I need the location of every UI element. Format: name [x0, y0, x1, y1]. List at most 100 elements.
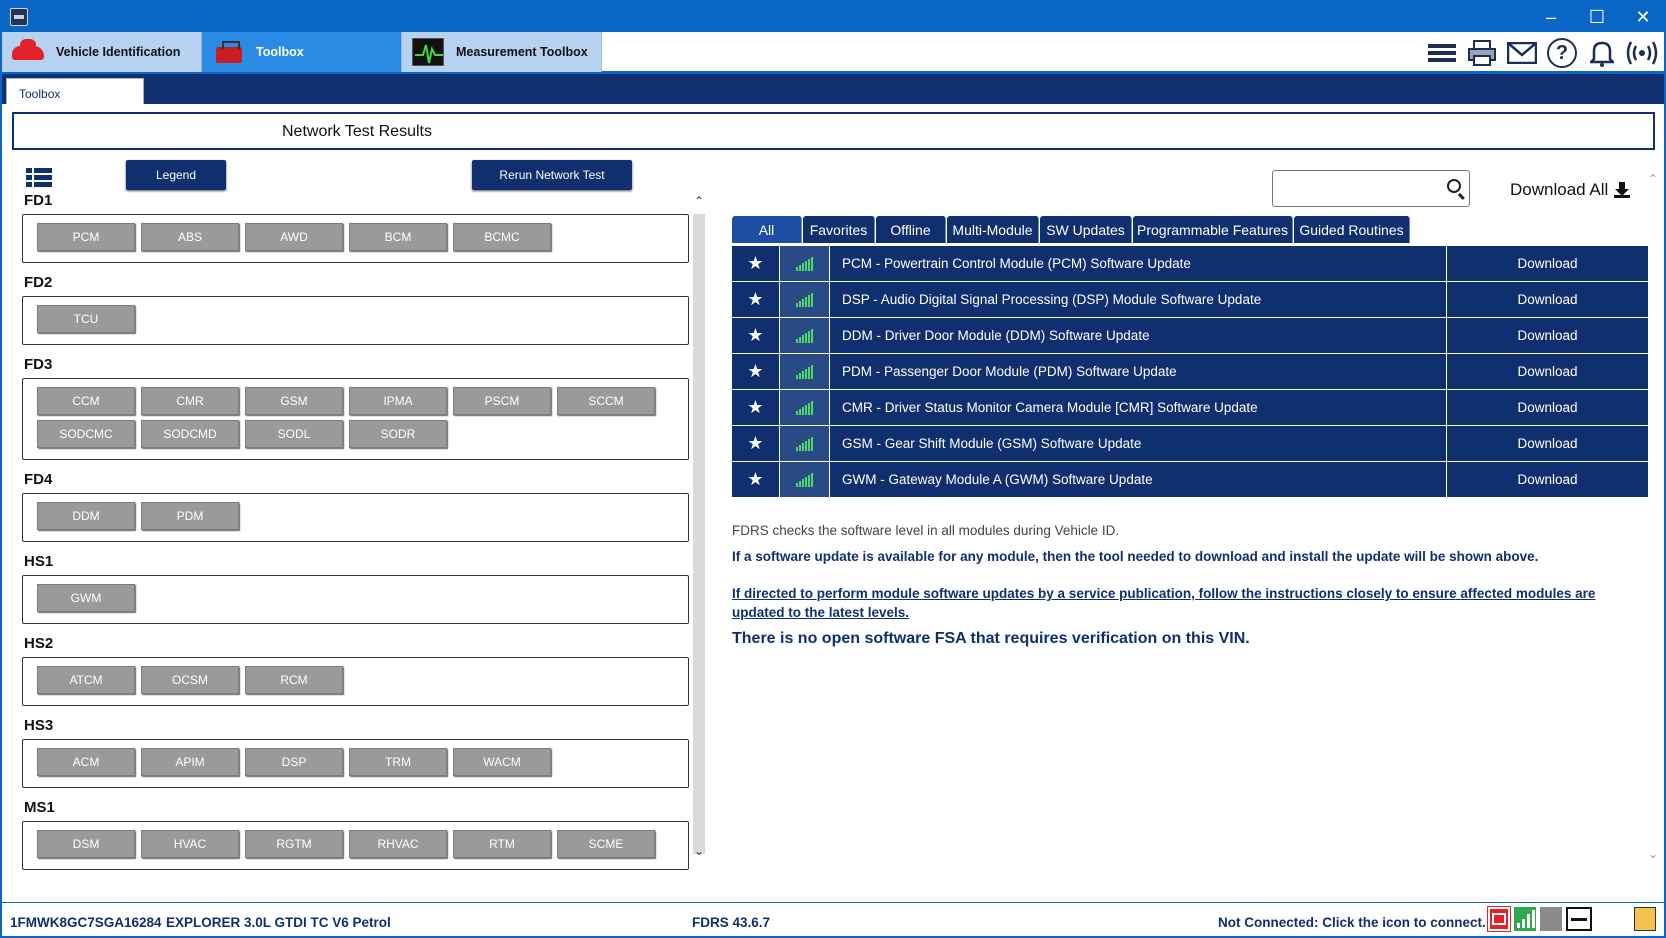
legend-button[interactable]: Legend	[126, 160, 226, 190]
module-button-acm[interactable]: ACM	[37, 748, 135, 776]
update-description[interactable]: PCM - Powertrain Control Module (PCM) So…	[830, 246, 1447, 281]
module-button-atcm[interactable]: ATCM	[37, 666, 135, 694]
module-button-rgtm[interactable]: RGTM	[245, 830, 343, 858]
module-button-ipma[interactable]: IPMA	[349, 387, 447, 415]
update-description[interactable]: GWM - Gateway Module A (GWM) Software Up…	[830, 462, 1447, 497]
download-all-button[interactable]: Download All	[1510, 180, 1631, 200]
module-button-sccm[interactable]: SCCM	[557, 387, 655, 415]
module-button-cmr[interactable]: CMR	[141, 387, 239, 415]
info-link-service-publication[interactable]: If directed to perform module software u…	[732, 584, 1632, 622]
module-button-ocsm[interactable]: OCSM	[141, 666, 239, 694]
filter-tab-sw-updates[interactable]: SW Updates	[1040, 216, 1132, 243]
device-icon[interactable]	[1540, 907, 1562, 931]
rerun-network-test-button[interactable]: Rerun Network Test	[472, 160, 632, 190]
module-button-trm[interactable]: TRM	[349, 748, 447, 776]
module-button-rhvac[interactable]: RHVAC	[349, 830, 447, 858]
filter-tab-multi-module[interactable]: Multi-Module	[947, 216, 1039, 243]
module-button-apim[interactable]: APIM	[141, 748, 239, 776]
module-button-gsm[interactable]: GSM	[245, 387, 343, 415]
module-button-awd[interactable]: AWD	[245, 223, 343, 251]
download-button[interactable]: Download	[1447, 462, 1648, 497]
scroll-up-icon[interactable]: ⌃	[1648, 172, 1658, 186]
scroll-thumb[interactable]	[693, 214, 705, 854]
info-text-1: FDRS checks the software level in all mo…	[732, 523, 1120, 538]
wireless-icon[interactable]	[1626, 37, 1658, 69]
minimize-button[interactable]: –	[1528, 2, 1574, 32]
star-icon[interactable]: ★	[732, 390, 780, 425]
module-button-pdm[interactable]: PDM	[141, 502, 239, 530]
close-button[interactable]: ✕	[1620, 2, 1664, 32]
printer-icon[interactable]	[1466, 37, 1498, 69]
tab-toolbox-sub[interactable]: Toolbox	[6, 78, 144, 104]
module-button-dsm[interactable]: DSM	[37, 830, 135, 858]
update-description[interactable]: DDM - Driver Door Module (DDM) Software …	[830, 318, 1447, 353]
connection-status[interactable]: Not Connected: Click the icon to connect…	[1218, 915, 1486, 930]
download-button[interactable]: Download	[1447, 246, 1648, 281]
update-description[interactable]: GSM - Gear Shift Module (GSM) Software U…	[830, 426, 1447, 461]
module-button-pscm[interactable]: PSCM	[453, 387, 551, 415]
mail-icon[interactable]	[1506, 37, 1538, 69]
status-bar: 1FMWK8GC7SGA16284 EXPLORER 3.0L GTDI TC …	[2, 902, 1664, 936]
search-icon[interactable]	[1447, 179, 1461, 193]
download-button[interactable]: Download	[1447, 318, 1648, 353]
filter-tab-guided-routines[interactable]: Guided Routines	[1294, 216, 1410, 243]
module-button-rtm[interactable]: RTM	[453, 830, 551, 858]
star-icon[interactable]: ★	[732, 318, 780, 353]
maximize-button[interactable]: ☐	[1574, 2, 1620, 32]
download-button[interactable]: Download	[1447, 426, 1648, 461]
update-description[interactable]: CMR - Driver Status Monitor Camera Modul…	[830, 390, 1447, 425]
hamburger-menu-icon[interactable]	[1426, 37, 1458, 69]
tab-measurement-toolbox[interactable]: Measurement Toolbox	[402, 32, 602, 72]
filter-tab-favorites[interactable]: Favorites	[803, 216, 875, 243]
signal-icon	[780, 246, 830, 281]
lock-icon[interactable]	[1634, 907, 1656, 931]
help-icon[interactable]: ?	[1546, 37, 1578, 69]
module-button-hvac[interactable]: HVAC	[141, 830, 239, 858]
module-button-scme[interactable]: SCME	[557, 830, 655, 858]
vci-icon[interactable]	[1487, 906, 1511, 932]
bell-icon[interactable]	[1586, 37, 1618, 69]
download-button[interactable]: Download	[1447, 354, 1648, 389]
star-icon[interactable]: ★	[732, 246, 780, 281]
module-button-bcm[interactable]: BCM	[349, 223, 447, 251]
module-button-rcm[interactable]: RCM	[245, 666, 343, 694]
module-panel-scrollbar[interactable]: ⌃ ⌄	[692, 194, 706, 874]
module-button-sodr[interactable]: SODR	[349, 420, 447, 448]
scroll-down-icon[interactable]: ⌄	[693, 844, 705, 858]
search-input[interactable]	[1273, 171, 1423, 205]
list-view-icon[interactable]	[26, 168, 52, 188]
module-button-sodcmd[interactable]: SODCMD	[141, 420, 239, 448]
star-icon[interactable]: ★	[732, 282, 780, 317]
module-button-dsp[interactable]: DSP	[245, 748, 343, 776]
module-button-sodl[interactable]: SODL	[245, 420, 343, 448]
network-box: PCM ABS AWD BCM BCMC	[22, 214, 689, 263]
update-description[interactable]: DSP - Audio Digital Signal Processing (D…	[830, 282, 1447, 317]
update-description[interactable]: PDM - Passenger Door Module (PDM) Softwa…	[830, 354, 1447, 389]
filter-tab-programmable-features[interactable]: Programmable Features	[1133, 216, 1293, 243]
download-button[interactable]: Download	[1447, 390, 1648, 425]
module-button-bcmc[interactable]: BCMC	[453, 223, 551, 251]
module-button-pcm[interactable]: PCM	[37, 223, 135, 251]
module-button-sodcmc[interactable]: SODCMC	[37, 420, 135, 448]
module-button-ccm[interactable]: CCM	[37, 387, 135, 415]
module-button-wacm[interactable]: WACM	[453, 748, 551, 776]
scroll-up-icon[interactable]: ⌃	[693, 194, 705, 208]
signal-strength-icon[interactable]	[1514, 907, 1536, 931]
dash-indicator-icon[interactable]	[1566, 907, 1592, 931]
module-button-abs[interactable]: ABS	[141, 223, 239, 251]
search-box[interactable]	[1272, 170, 1470, 207]
scroll-down-icon[interactable]: ⌄	[1648, 847, 1658, 861]
module-button-ddm[interactable]: DDM	[37, 502, 135, 530]
module-button-tcu[interactable]: TCU	[37, 305, 135, 333]
tab-toolbox[interactable]: Toolbox	[202, 32, 402, 72]
star-icon[interactable]: ★	[732, 462, 780, 497]
download-button[interactable]: Download	[1447, 282, 1648, 317]
module-button-gwm[interactable]: GWM	[37, 584, 135, 612]
update-row: ★ GSM - Gear Shift Module (GSM) Software …	[732, 426, 1648, 462]
filter-tab-all[interactable]: All	[732, 216, 802, 243]
filter-tab-offline[interactable]: Offline	[876, 216, 946, 243]
star-icon[interactable]: ★	[732, 426, 780, 461]
right-panel-scrollbar[interactable]: ⌃ ⌄	[1648, 172, 1662, 872]
tab-vehicle-identification[interactable]: Vehicle Identification	[2, 32, 202, 72]
star-icon[interactable]: ★	[732, 354, 780, 389]
